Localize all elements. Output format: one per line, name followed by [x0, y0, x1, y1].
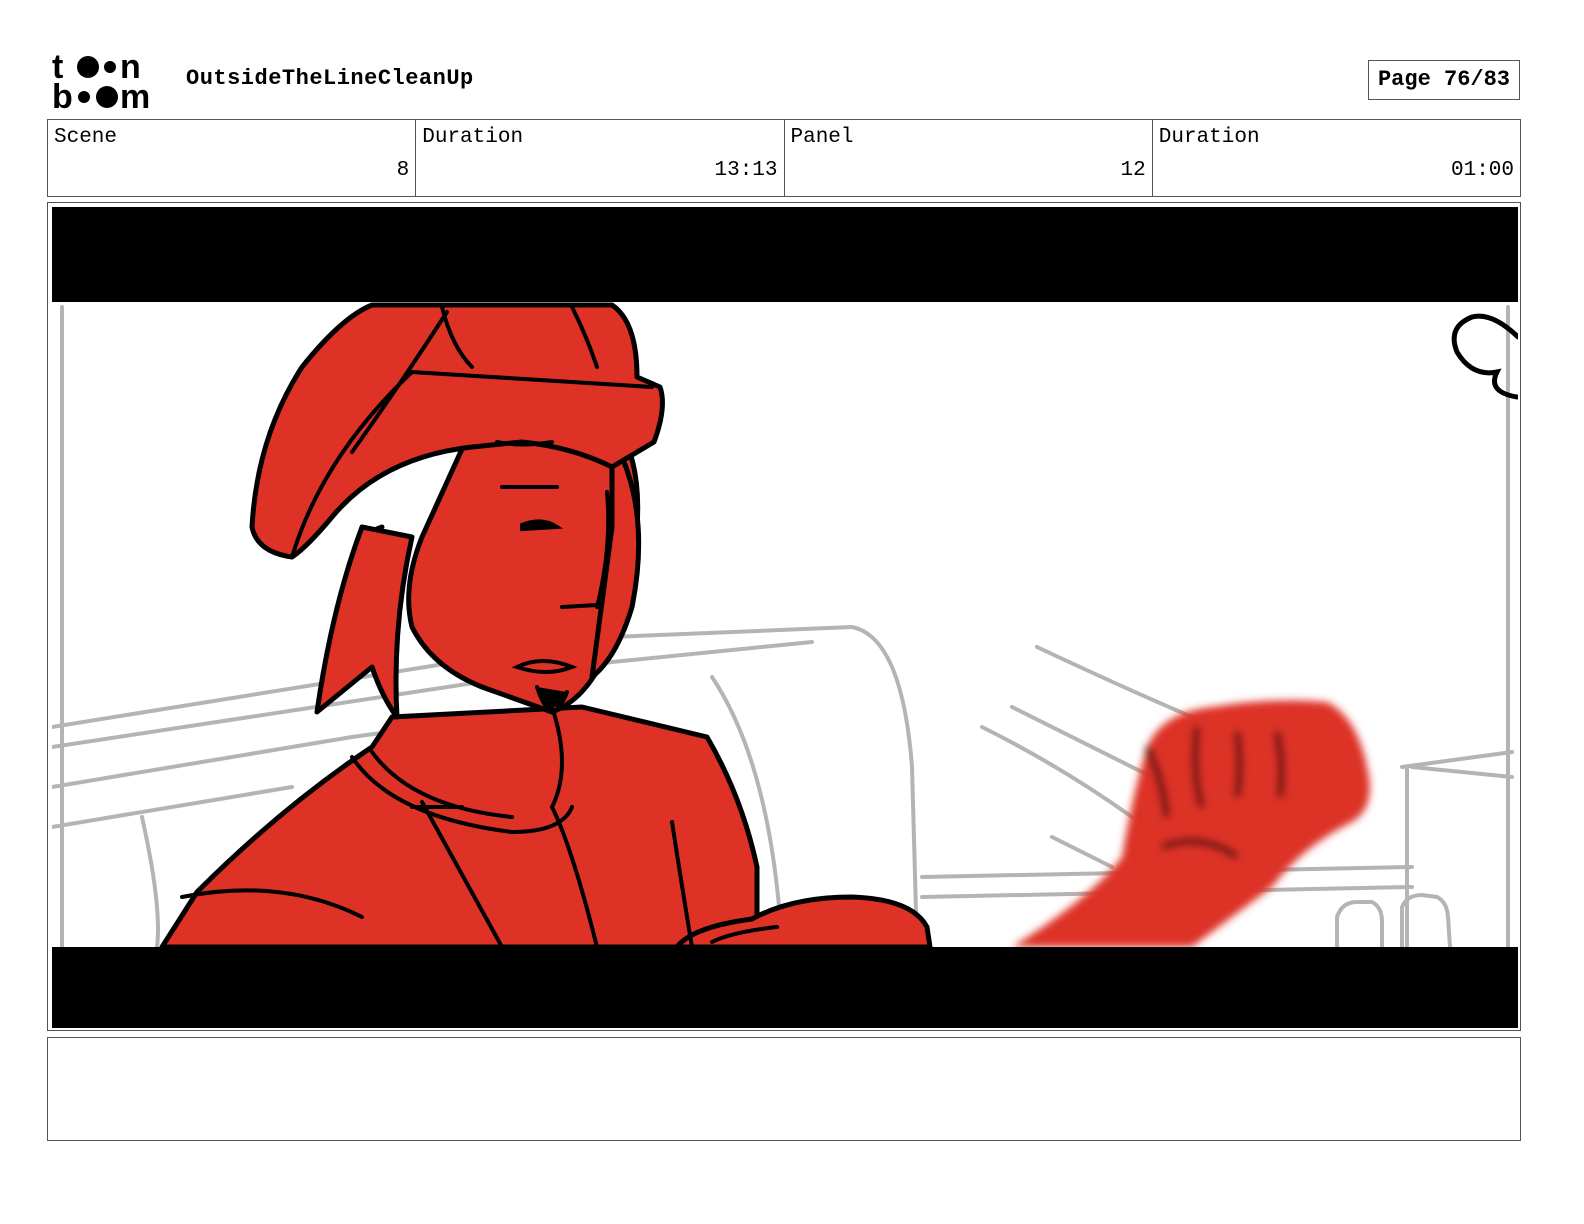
panel-drawing [52, 207, 1518, 1028]
project-title: OutsideTheLineCleanUp [186, 66, 474, 91]
scene-duration-cell: Duration 13:13 [416, 120, 785, 196]
scene-duration-value: 13:13 [714, 159, 778, 182]
scene-cell: Scene 8 [48, 120, 417, 196]
panel-duration-label: Duration [1158, 126, 1260, 149]
panel-notes-box [47, 1037, 1521, 1141]
scene-value: 8 [396, 159, 410, 182]
panel-duration-cell: Duration 01:00 [1153, 120, 1520, 196]
storyboard-panel [47, 202, 1521, 1031]
letterbox-top [52, 207, 1518, 302]
scene-duration-label: Duration [422, 126, 524, 149]
svg-text:m: m [120, 78, 150, 112]
panel-value: 12 [1120, 159, 1146, 182]
toonboom-logo-icon: t n b m [52, 48, 164, 116]
svg-text:b: b [52, 78, 73, 112]
page-indicator: Page 76/83 [1368, 60, 1520, 100]
panel-cell: Panel 12 [785, 120, 1153, 196]
letterbox-bottom [52, 947, 1518, 1028]
panel-duration-value: 01:00 [1450, 159, 1514, 182]
scene-label: Scene [54, 126, 118, 149]
scene-info-table: Scene 8 Duration 13:13 Panel 12 Duration… [47, 119, 1521, 197]
panel-label: Panel [790, 126, 854, 149]
